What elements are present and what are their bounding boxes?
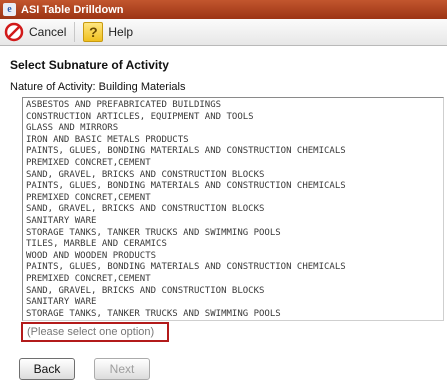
- list-item[interactable]: SAND, GRAVEL, BRICKS AND CONSTRUCTION BL…: [23, 170, 443, 182]
- validation-message: (Please select one option): [21, 322, 169, 342]
- nature-of-activity-label: Nature of Activity: Building Materials: [10, 81, 186, 93]
- cancel-label: Cancel: [29, 25, 67, 39]
- page-title: Select Subnature of Activity: [10, 58, 169, 72]
- help-label: Help: [108, 25, 134, 39]
- list-item[interactable]: ASBESTOS AND PREFABRICATED BUILDINGS: [23, 100, 443, 112]
- list-item[interactable]: GLASS AND MIRRORS: [23, 123, 443, 135]
- list-item[interactable]: SAND, GRAVEL, BRICKS AND CONSTRUCTION BL…: [23, 286, 443, 298]
- list-item[interactable]: CONSTRUCTION ARTICLES, EQUIPMENT AND TOO…: [23, 112, 443, 124]
- cancel-button[interactable]: Cancel: [4, 22, 66, 42]
- toolbar: Cancel ? Help: [0, 19, 447, 46]
- list-item[interactable]: PREMIXED CONCRET,CEMENT: [23, 158, 443, 170]
- list-item[interactable]: SANITARY WARE: [23, 297, 443, 309]
- list-item[interactable]: PAINTS, GLUES, BONDING MATERIALS AND CON…: [23, 181, 443, 193]
- back-button[interactable]: Back: [19, 358, 75, 380]
- toolbar-divider: [74, 22, 76, 42]
- app-icon: e: [3, 3, 16, 16]
- title-bar: e ASI Table Drilldown: [0, 0, 447, 19]
- subnature-listbox[interactable]: ASBESTOS AND PREFABRICATED BUILDINGS CON…: [22, 97, 444, 321]
- list-item[interactable]: SAND, GRAVEL, BRICKS AND CONSTRUCTION BL…: [23, 204, 443, 216]
- help-icon: ?: [83, 22, 104, 42]
- list-item[interactable]: PREMIXED CONCRET,CEMENT: [23, 274, 443, 286]
- list-item[interactable]: PAINTS, GLUES, BONDING MATERIALS AND CON…: [23, 146, 443, 158]
- list-item[interactable]: SANITARY WARE: [23, 216, 443, 228]
- list-item[interactable]: TILES, MARBLE AND CERAMICS: [23, 239, 443, 251]
- cancel-icon: [4, 22, 24, 42]
- list-item[interactable]: WOOD AND WOODEN PRODUCTS: [23, 251, 443, 263]
- window-title: ASI Table Drilldown: [21, 3, 124, 16]
- next-button[interactable]: Next: [94, 358, 150, 380]
- list-item[interactable]: STORAGE TANKS, TANKER TRUCKS AND SWIMMIN…: [23, 228, 443, 240]
- list-item[interactable]: PAINTS, GLUES, BONDING MATERIALS AND CON…: [23, 262, 443, 274]
- help-button[interactable]: ? Help: [83, 22, 133, 42]
- list-item[interactable]: STORAGE TANKS, TANKER TRUCKS AND SWIMMIN…: [23, 309, 443, 320]
- list-item[interactable]: IRON AND BASIC METALS PRODUCTS: [23, 135, 443, 147]
- list-item[interactable]: PREMIXED CONCRET,CEMENT: [23, 193, 443, 205]
